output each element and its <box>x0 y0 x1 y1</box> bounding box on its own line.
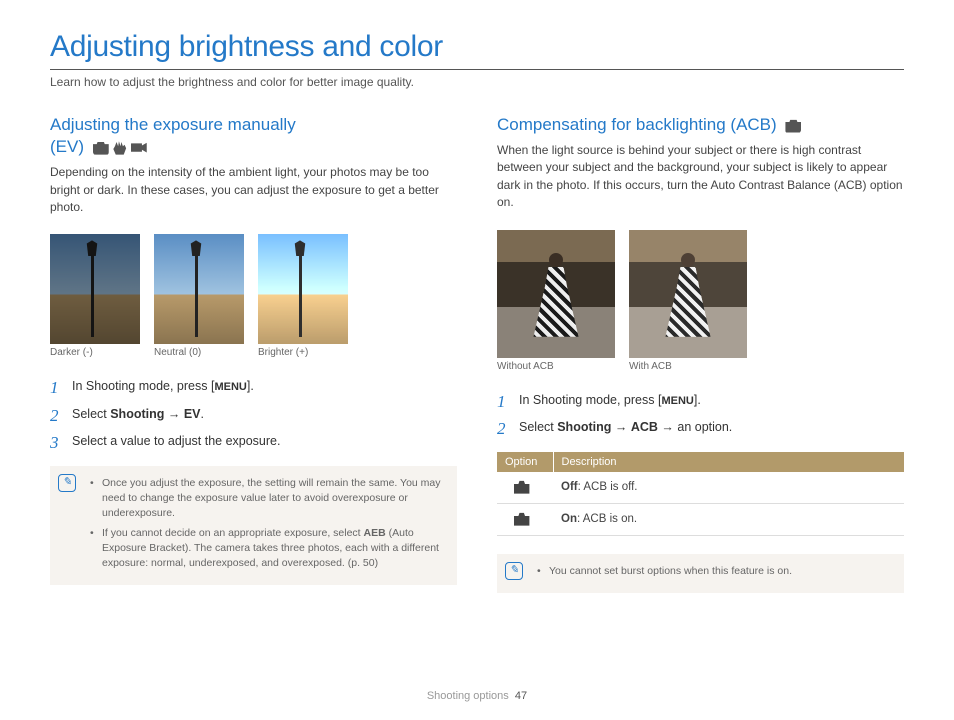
video-icon <box>131 141 147 155</box>
ev-step-3: Select a value to adjust the exposure. <box>50 433 457 451</box>
acb-step2-b: Shooting <box>557 420 611 434</box>
acb-off-icon <box>514 478 536 494</box>
th-description: Description <box>553 452 904 472</box>
acb-mode-icons <box>785 119 801 133</box>
ev-body: Depending on the intensity of the ambien… <box>50 164 457 216</box>
ev-note-1: Once you adjust the exposure, the settin… <box>90 476 445 522</box>
th-option: Option <box>497 452 553 472</box>
acb-options-table: Option Description Off: ACB is off. On: … <box>497 452 904 536</box>
page-intro: Learn how to adjust the brightness and c… <box>50 75 904 89</box>
opt-off-icon-cell <box>497 472 553 504</box>
table-row: Off: ACB is off. <box>497 472 904 504</box>
photo-without-acb-image <box>497 230 615 358</box>
table-header-row: Option Description <box>497 452 904 472</box>
hand-icon <box>112 141 128 155</box>
opt-off-desc: Off: ACB is off. <box>553 472 904 504</box>
off-bold: Off <box>561 481 578 493</box>
ev-note-box: ✎ Once you adjust the exposure, the sett… <box>50 466 457 585</box>
ev-step2-b: Shooting <box>110 407 164 421</box>
footer-section: Shooting options <box>427 690 509 702</box>
page-title: Adjusting brightness and color <box>50 30 904 70</box>
acb-heading-text: Compensating for backlighting (ACB) <box>497 115 777 134</box>
arrow-icon: → <box>164 407 183 421</box>
caption-neutral: Neutral (0) <box>154 347 244 358</box>
ev-step2-a: Select <box>72 407 110 421</box>
acb-heading: Compensating for backlighting (ACB) <box>497 114 904 136</box>
table-row: On: ACB is on. <box>497 503 904 535</box>
acb-note-1: You cannot set burst options when this f… <box>537 564 892 579</box>
ev-step2-e: . <box>201 407 204 421</box>
arrow-icon: → <box>611 420 630 434</box>
ev-photo-neutral: Neutral (0) <box>154 234 244 358</box>
left-column: Adjusting the exposure manually (EV) Dep… <box>50 114 457 593</box>
caption-without-acb: Without ACB <box>497 361 615 372</box>
acb-step-2: Select Shooting → ACB → an option. <box>497 419 904 437</box>
note-icon: ✎ <box>58 474 76 492</box>
photo-with-acb-image <box>629 230 747 358</box>
ev-steps: In Shooting mode, press [MENU]. Select S… <box>50 378 457 451</box>
acb-note-box: ✎ You cannot set burst options when this… <box>497 554 904 593</box>
ev-photo-darker: Darker (-) <box>50 234 140 358</box>
acb-body: When the light source is behind your sub… <box>497 142 904 212</box>
acb-on-icon <box>514 510 536 526</box>
camera-p-icon <box>93 141 109 155</box>
acb-step2-d: ACB <box>631 420 658 434</box>
ev-note2-a: If you cannot decide on an appropriate e… <box>102 527 364 539</box>
on-rest: : ACB is on. <box>577 513 637 525</box>
off-rest: : ACB is off. <box>578 481 638 493</box>
ev-step-2: Select Shooting → EV. <box>50 406 457 424</box>
acb-step-1: In Shooting mode, press [MENU]. <box>497 392 904 410</box>
caption-brighter: Brighter (+) <box>258 347 348 358</box>
acb-photo-with: With ACB <box>629 230 747 372</box>
menu-label: MENU <box>214 381 246 393</box>
acb-steps: In Shooting mode, press [MENU]. Select S… <box>497 392 904 437</box>
acb-step2-a: Select <box>519 420 557 434</box>
ev-step2-d: EV <box>184 407 201 421</box>
acb-photo-row: Without ACB With ACB <box>497 230 904 372</box>
caption-darker: Darker (-) <box>50 347 140 358</box>
photo-darker-image <box>50 234 140 344</box>
ev-step-1: In Shooting mode, press [MENU]. <box>50 378 457 396</box>
ev-heading: Adjusting the exposure manually (EV) <box>50 114 457 158</box>
ev-note2-b: AEB <box>364 527 386 539</box>
ev-mode-icons <box>93 141 147 155</box>
page-footer: Shooting options 47 <box>0 690 954 702</box>
ev-photo-brighter: Brighter (+) <box>258 234 348 358</box>
ev-heading-line1: Adjusting the exposure manually <box>50 115 296 134</box>
note-icon: ✎ <box>505 562 523 580</box>
ev-heading-line2: (EV) <box>50 137 84 156</box>
right-column: Compensating for backlighting (ACB) When… <box>497 114 904 593</box>
ev-note-2: If you cannot decide on an appropriate e… <box>90 526 445 572</box>
on-bold: On <box>561 513 577 525</box>
ev-step1-a: In Shooting mode, press [ <box>72 379 214 393</box>
opt-on-desc: On: ACB is on. <box>553 503 904 535</box>
photo-neutral-image <box>154 234 244 344</box>
opt-on-icon-cell <box>497 503 553 535</box>
content-columns: Adjusting the exposure manually (EV) Dep… <box>50 114 904 593</box>
acb-step2-e: → an option. <box>658 420 732 434</box>
acb-step1-c: ]. <box>694 393 701 407</box>
acb-photo-without: Without ACB <box>497 230 615 372</box>
caption-with-acb: With ACB <box>629 361 747 372</box>
footer-page-number: 47 <box>515 690 527 702</box>
menu-label: MENU <box>661 395 693 407</box>
photo-brighter-image <box>258 234 348 344</box>
ev-step1-c: ]. <box>247 379 254 393</box>
acb-step1-a: In Shooting mode, press [ <box>519 393 661 407</box>
ev-photo-row: Darker (-) Neutral (0) Brighter (+) <box>50 234 457 358</box>
camera-p-icon <box>785 119 801 133</box>
